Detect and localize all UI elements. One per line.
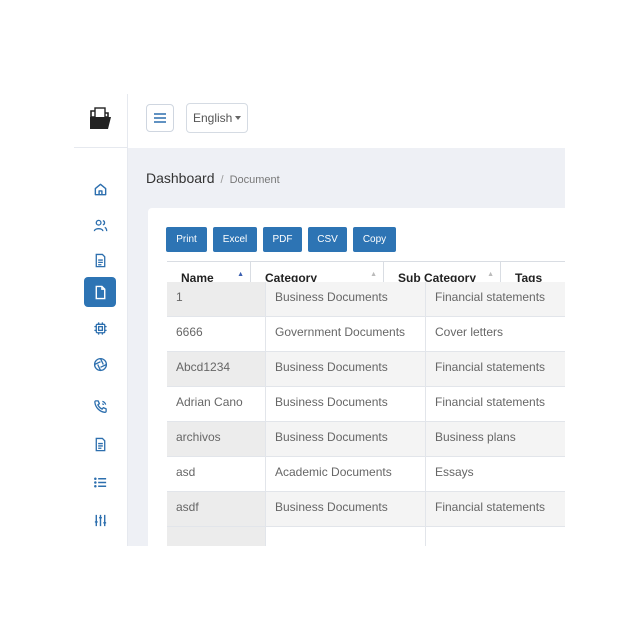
- cell-sub-category: Cover letters: [426, 317, 565, 351]
- table-row[interactable]: asdf Business Documents Financial statem…: [167, 492, 565, 527]
- sidebar-item-chip[interactable]: [84, 313, 116, 343]
- documents-card: Print Excel PDF CSV Copy Name ▲ Category…: [148, 208, 565, 546]
- cell-sub-category: Financial statements: [426, 387, 565, 421]
- sort-asc-icon: ▲: [237, 271, 244, 278]
- document-icon: [95, 253, 105, 267]
- excel-button[interactable]: Excel: [213, 227, 257, 252]
- phone-icon: [93, 399, 107, 413]
- chip-icon: [93, 321, 107, 335]
- cell-name: Abcd1234: [167, 352, 266, 386]
- sidebar-item-document-active[interactable]: [84, 277, 116, 307]
- cell-sub-category: Essays: [426, 457, 565, 491]
- cell-name: asd: [167, 457, 266, 491]
- menu-toggle-button[interactable]: [146, 104, 174, 132]
- language-select-value: English: [193, 111, 233, 125]
- table-row[interactable]: Adrian Cano Business Documents Financial…: [167, 387, 565, 422]
- sidebar-item-documents[interactable]: [84, 245, 116, 275]
- cell-name: Adrian Cano: [167, 387, 266, 421]
- cell-sub-category: [426, 527, 565, 546]
- table-row[interactable]: [167, 527, 565, 546]
- file-icon: [95, 285, 105, 299]
- cell-category: Business Documents: [266, 352, 426, 386]
- sidebar-divider: [74, 147, 128, 148]
- sidebar-item-home[interactable]: [84, 174, 116, 204]
- table-body: 1 Business Documents Financial statement…: [167, 282, 565, 546]
- main-content: Dashboard / Document Print Excel PDF CSV…: [128, 148, 565, 546]
- copy-button[interactable]: Copy: [353, 227, 396, 252]
- sort-icon: ▲: [370, 271, 377, 278]
- app-logo[interactable]: [86, 104, 116, 134]
- cell-sub-category: Financial statements: [426, 282, 565, 316]
- cell-sub-category: Financial statements: [426, 492, 565, 526]
- cell-sub-category: Business plans: [426, 422, 565, 456]
- folder-open-icon: [90, 107, 111, 129]
- table-header: Name ▲ Category ▲ Sub Category ▲ Tags: [167, 261, 565, 284]
- documents-table: Name ▲ Category ▲ Sub Category ▲ Tags 1 …: [167, 261, 565, 546]
- sliders-icon: [94, 514, 106, 526]
- document-lines-icon: [95, 437, 105, 451]
- cell-category: Business Documents: [266, 282, 426, 316]
- column-header-sub-category[interactable]: Sub Category ▲: [384, 262, 501, 284]
- table-row[interactable]: archivos Business Documents Business pla…: [167, 422, 565, 457]
- cell-category: Government Documents: [266, 317, 426, 351]
- cell-category: [266, 527, 426, 546]
- sidebar: [74, 94, 128, 546]
- sort-icon: ▲: [487, 271, 494, 278]
- cell-category: Academic Documents: [266, 457, 426, 491]
- aperture-icon: [93, 357, 107, 371]
- breadcrumb-separator: /: [220, 174, 224, 186]
- table-row[interactable]: 6666 Government Documents Cover letters: [167, 317, 565, 352]
- cell-name: archivos: [167, 422, 266, 456]
- table-row[interactable]: 1 Business Documents Financial statement…: [167, 282, 565, 317]
- cell-sub-category: Financial statements: [426, 352, 565, 386]
- sidebar-item-settings[interactable]: [84, 505, 116, 535]
- cell-name: [167, 527, 266, 546]
- home-icon: [94, 183, 106, 195]
- breadcrumb: Dashboard / Document: [146, 170, 280, 186]
- sidebar-item-phone[interactable]: [84, 391, 116, 421]
- table-row[interactable]: asd Academic Documents Essays: [167, 457, 565, 492]
- hamburger-icon: [154, 113, 166, 123]
- breadcrumb-current: Document: [229, 174, 280, 186]
- cell-name: 6666: [167, 317, 266, 351]
- chevron-down-icon: [235, 116, 241, 120]
- cell-category: Business Documents: [266, 387, 426, 421]
- list-icon: [93, 476, 106, 488]
- sidebar-item-list[interactable]: [84, 467, 116, 497]
- export-toolbar: Print Excel PDF CSV Copy: [166, 227, 396, 252]
- sidebar-item-users[interactable]: [84, 210, 116, 240]
- column-header-tags[interactable]: Tags: [501, 262, 565, 284]
- csv-button[interactable]: CSV: [308, 227, 347, 252]
- cell-category: Business Documents: [266, 422, 426, 456]
- cell-name: 1: [167, 282, 266, 316]
- users-icon: [93, 219, 107, 231]
- cell-name: asdf: [167, 492, 266, 526]
- print-button[interactable]: Print: [166, 227, 207, 252]
- pdf-button[interactable]: PDF: [263, 227, 302, 252]
- cell-category: Business Documents: [266, 492, 426, 526]
- top-header: English: [128, 94, 565, 148]
- sidebar-item-aperture[interactable]: [84, 349, 116, 379]
- app-window: English Dashboard / Document Print Excel…: [0, 0, 640, 640]
- language-select[interactable]: English: [186, 103, 248, 133]
- column-header-category[interactable]: Category ▲: [251, 262, 384, 284]
- sidebar-item-reports[interactable]: [84, 429, 116, 459]
- column-header-name[interactable]: Name ▲: [167, 262, 251, 284]
- breadcrumb-dashboard[interactable]: Dashboard: [146, 170, 215, 186]
- table-row[interactable]: Abcd1234 Business Documents Financial st…: [167, 352, 565, 387]
